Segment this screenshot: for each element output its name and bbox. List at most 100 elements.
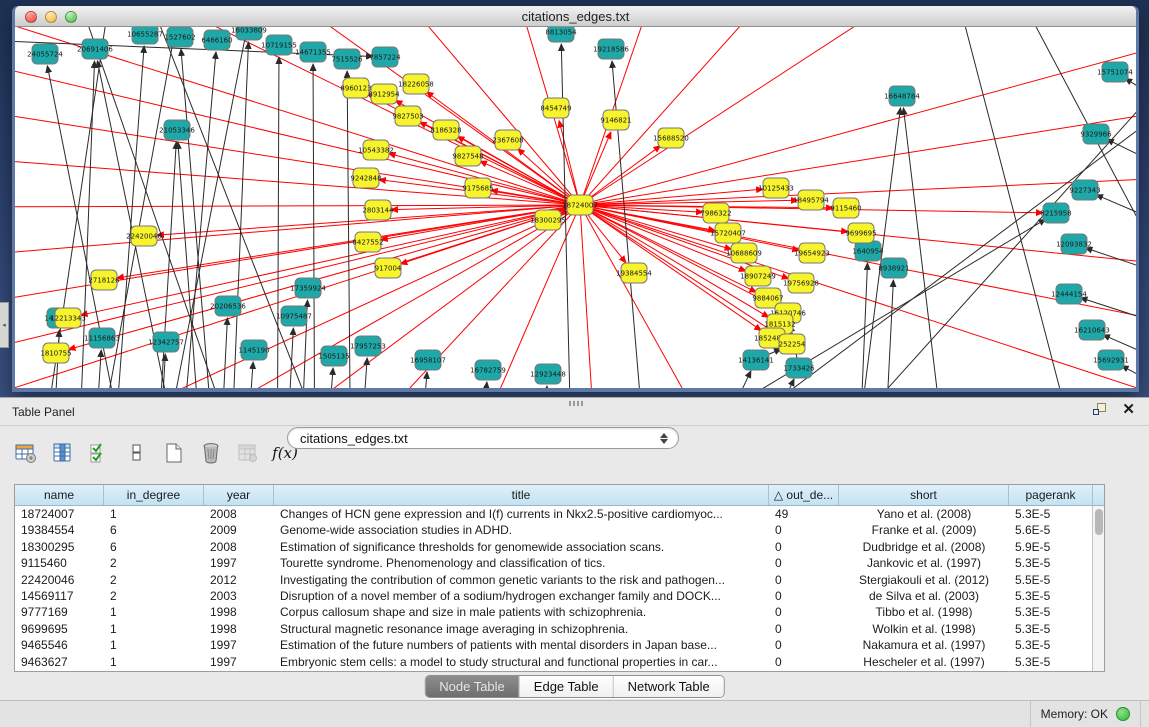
graph-node[interactable]: 18226058 [398, 74, 434, 94]
graph-node[interactable]: 1733426 [783, 358, 815, 378]
graph-node[interactable]: 17359924 [290, 278, 326, 298]
graph-node[interactable]: 19218586 [593, 39, 629, 59]
minimize-window-icon[interactable] [45, 11, 57, 23]
graph-node[interactable]: 12923448 [530, 364, 566, 384]
graph-node[interactable]: 1145190 [238, 340, 269, 360]
zoom-window-icon[interactable] [65, 11, 77, 23]
graph-node[interactable]: 15688520 [653, 128, 689, 148]
graph-node[interactable]: 20206536 [210, 296, 246, 316]
graph-node[interactable]: 10688609 [726, 243, 762, 263]
graph-node[interactable]: 18495794 [793, 190, 829, 210]
graph-node[interactable]: 9146821 [600, 110, 631, 130]
graph-node[interactable]: 12213343 [50, 308, 86, 328]
graph-node[interactable]: 9242848 [350, 168, 381, 188]
graph-node[interactable]: 10975487 [276, 306, 312, 326]
window-titlebar[interactable]: citations_edges.txt [15, 6, 1136, 27]
graph-node[interactable]: 252254 [779, 334, 806, 354]
graph-node[interactable]: 1527602 [164, 27, 195, 47]
graph-node[interactable]: 12342757 [148, 332, 184, 352]
float-window-icon[interactable] [1093, 403, 1108, 417]
graph-node[interactable]: 6466160 [201, 30, 232, 50]
table-row[interactable]: 969969511998Structural magnetic resonanc… [15, 621, 1104, 637]
table-row[interactable]: 1872400712008Changes of HCN gene express… [15, 506, 1104, 522]
column-header-2[interactable]: year [204, 485, 274, 505]
graph-node[interactable]: 11156863 [84, 328, 120, 348]
graph-node[interactable]: 14136141 [738, 350, 774, 370]
table-row[interactable]: 977716911998Corpus callosum shape and si… [15, 604, 1104, 620]
scrollbar-thumb[interactable] [1095, 509, 1103, 535]
graph-node[interactable]: 9175685 [462, 178, 493, 198]
graph-node[interactable]: 8960123 [340, 78, 371, 98]
graph-node[interactable]: 8813054 [545, 27, 577, 42]
graph-node[interactable]: 16210643 [1074, 320, 1110, 340]
graph-node[interactable]: 16782759 [470, 360, 506, 380]
memory-status[interactable]: Memory: OK [1030, 701, 1141, 727]
graph-node[interactable]: 18300295 [530, 210, 566, 230]
graph-node[interactable]: 15692931 [1093, 350, 1129, 370]
graph-node[interactable]: 24055724 [27, 44, 63, 64]
column-header-3[interactable]: title [274, 485, 769, 505]
graph-node[interactable]: 9115460 [830, 198, 861, 218]
table-row[interactable]: 1938455462009Genome-wide association stu… [15, 522, 1104, 538]
vertical-scrollbar[interactable] [1092, 506, 1104, 671]
graph-node[interactable]: 2367608 [492, 130, 523, 150]
network-canvas[interactable]: 18724007 24055724 20691406 106552871527602 6… [15, 27, 1136, 388]
graph-node[interactable]: 20691406 [77, 39, 113, 59]
column-header-0[interactable]: name [15, 485, 104, 505]
tab-node-table[interactable]: Node Table [425, 676, 520, 697]
graph-node[interactable]: 22420046 [126, 226, 162, 246]
column-header-6[interactable]: pagerank [1009, 485, 1093, 505]
graph-hub-node[interactable]: 18724007 [562, 195, 598, 215]
graph-node[interactable]: 12093832 [1056, 234, 1092, 254]
left-panel-collapsed-tab[interactable]: ◂ [0, 302, 9, 348]
graph-node[interactable]: 8427552 [352, 232, 383, 252]
table-row[interactable]: 1830029562008Estimation of significance … [15, 539, 1104, 555]
close-window-icon[interactable] [25, 11, 37, 23]
import-table-icon[interactable] [236, 441, 260, 465]
graph-node[interactable]: 16958107 [410, 350, 446, 370]
graph-node[interactable]: 9329966 [1080, 124, 1112, 144]
table-selector-combobox[interactable]: citations_edges.txt [287, 427, 679, 449]
graph-node[interactable]: 7986322 [700, 203, 731, 223]
graph-node[interactable]: 10719155 [261, 35, 297, 55]
graph-node[interactable]: 15751074 [1097, 62, 1133, 82]
select-visible-columns-icon[interactable] [88, 441, 112, 465]
panel-resize-grip[interactable] [569, 401, 583, 406]
show-columns-icon[interactable] [51, 441, 75, 465]
graph-node[interactable]: 8186328 [430, 120, 461, 140]
table-row[interactable]: 946362711997Embryonic stem cells: a mode… [15, 654, 1104, 670]
graph-node[interactable]: 10125433 [758, 178, 794, 198]
graph-node[interactable]: 9827503 [392, 106, 423, 126]
graph-node[interactable]: 7857224 [369, 47, 401, 67]
row-height-icon[interactable] [125, 441, 149, 465]
table-row[interactable]: 911546021997Tourette syndrome. Phenomeno… [15, 555, 1104, 571]
close-icon[interactable]: ✕ [1122, 403, 1135, 417]
graph-node[interactable]: 16648784 [884, 86, 920, 106]
table-row[interactable]: 946554611997Estimation of the future num… [15, 637, 1104, 653]
graph-node[interactable]: 917004 [375, 258, 402, 278]
create-table-icon[interactable] [162, 441, 186, 465]
column-header-1[interactable]: in_degree [104, 485, 204, 505]
graph-node[interactable]: 19756928 [783, 273, 819, 293]
graph-node[interactable]: 8215958 [1040, 203, 1071, 223]
graph-node[interactable]: 18907249 [740, 266, 776, 286]
graph-node[interactable]: 16033809 [231, 27, 267, 40]
graph-node[interactable]: 1640954 [852, 241, 884, 261]
delete-table-icon[interactable] [199, 441, 223, 465]
graph-node[interactable]: 9699695 [845, 223, 876, 243]
graph-node[interactable]: 9827548 [452, 146, 483, 166]
graph-node[interactable]: 9227343 [1069, 180, 1100, 200]
graph-node[interactable]: 8912954 [368, 84, 400, 104]
graph-node[interactable]: 8454749 [540, 98, 571, 118]
graph-node[interactable]: 10655287 [127, 27, 163, 44]
tab-edge-table[interactable]: Edge Table [520, 676, 614, 697]
graph-node[interactable]: 8938921 [878, 258, 909, 278]
graph-node[interactable]: 21053346 [159, 120, 195, 140]
graph-node[interactable]: 17957253 [350, 336, 386, 356]
graph-node[interactable]: 15720407 [710, 223, 746, 243]
graph-node[interactable]: 19384554 [616, 263, 652, 283]
column-header-4[interactable]: △ out_de... [769, 485, 839, 505]
graph-node[interactable]: 10543382 [358, 140, 394, 160]
graph-node[interactable]: 2803144 [362, 200, 394, 220]
graph-node[interactable]: 14671355 [295, 42, 331, 62]
